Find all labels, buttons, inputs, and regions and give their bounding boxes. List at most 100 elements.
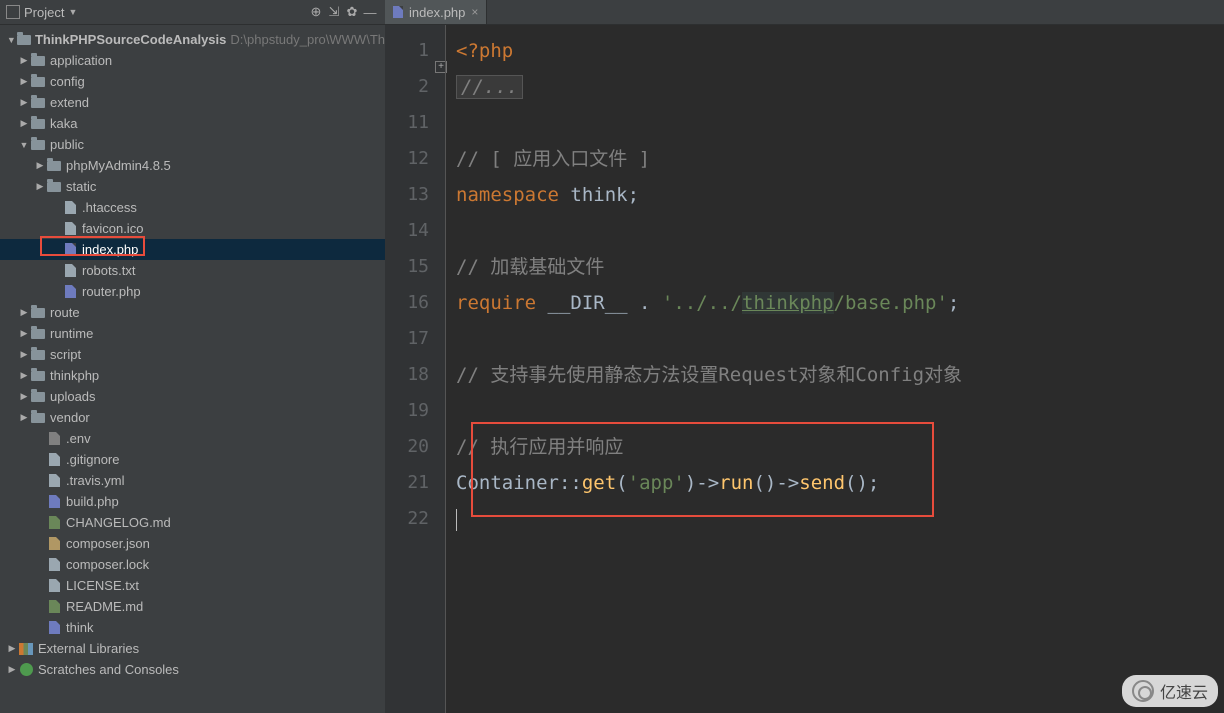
line-number[interactable]: 19 bbox=[385, 393, 429, 429]
tree-item-label: composer.json bbox=[66, 536, 150, 551]
txt-file-icon bbox=[46, 558, 62, 572]
tree-item-router-php[interactable]: ▶router.php bbox=[0, 281, 385, 302]
tree-item-label: composer.lock bbox=[66, 557, 149, 572]
close-icon[interactable]: × bbox=[471, 5, 478, 19]
line-number[interactable]: 20 bbox=[385, 429, 429, 465]
project-tree: ▼ ThinkPHPSourceCodeAnalysis D:\phpstudy… bbox=[0, 25, 385, 680]
tree-item--travis-yml[interactable]: ▶.travis.yml bbox=[0, 470, 385, 491]
chevron-right-icon: ▶ bbox=[18, 349, 30, 360]
project-view-selector[interactable]: Project ▼ bbox=[6, 5, 77, 20]
tree-item-label: route bbox=[50, 305, 80, 320]
locate-icon[interactable]: ⊕ bbox=[307, 3, 325, 21]
tree-item-runtime[interactable]: ▶runtime bbox=[0, 323, 385, 344]
tree-item-label: script bbox=[50, 347, 81, 362]
tree-item-label: .travis.yml bbox=[66, 473, 125, 488]
folder-icon bbox=[30, 369, 46, 383]
tree-item-application[interactable]: ▶ application bbox=[0, 50, 385, 71]
minimize-icon[interactable]: — bbox=[361, 3, 379, 21]
folder-icon bbox=[46, 159, 62, 173]
settings-icon[interactable]: ✿ bbox=[343, 3, 361, 21]
tree-item--gitignore[interactable]: ▶.gitignore bbox=[0, 449, 385, 470]
chevron-right-icon: ▶ bbox=[18, 328, 30, 339]
code-line bbox=[456, 105, 1224, 141]
tree-item-uploads[interactable]: ▶uploads bbox=[0, 386, 385, 407]
tree-item-changelog-md[interactable]: ▶CHANGELOG.md bbox=[0, 512, 385, 533]
gutter[interactable]: 12111213141516171819202122 bbox=[385, 25, 445, 713]
tree-item-readme-md[interactable]: ▶README.md bbox=[0, 596, 385, 617]
code-line: // 执行应用并响应 bbox=[456, 429, 1224, 465]
tree-item-phpmyadmin4-8-5[interactable]: ▶phpMyAdmin4.8.5 bbox=[0, 155, 385, 176]
project-icon bbox=[6, 5, 20, 19]
tree-item-static[interactable]: ▶static bbox=[0, 176, 385, 197]
folder-icon bbox=[30, 306, 46, 320]
php-file-icon bbox=[46, 621, 62, 635]
tree-item-composer-json[interactable]: ▶composer.json bbox=[0, 533, 385, 554]
chevron-right-icon: ▶ bbox=[18, 118, 30, 129]
line-number[interactable]: 15 bbox=[385, 249, 429, 285]
tree-item-label: thinkphp bbox=[50, 368, 99, 383]
expand-icon[interactable]: ⇲ bbox=[325, 3, 343, 21]
tree-item-vendor[interactable]: ▶vendor bbox=[0, 407, 385, 428]
tree-item-label: config bbox=[50, 74, 85, 89]
folder-icon bbox=[30, 390, 46, 404]
external-libraries[interactable]: ▶ External Libraries bbox=[0, 638, 385, 659]
tree-item-public[interactable]: ▼public bbox=[0, 134, 385, 155]
tree-item-label: .htaccess bbox=[82, 200, 137, 215]
line-number[interactable]: 14 bbox=[385, 213, 429, 249]
sidebar-header: Project ▼ ⊕ ⇲ ✿ — bbox=[0, 0, 385, 25]
tree-item-label: application bbox=[50, 53, 112, 68]
tree-item-robots-txt[interactable]: ▶robots.txt bbox=[0, 260, 385, 281]
project-root[interactable]: ▼ ThinkPHPSourceCodeAnalysis D:\phpstudy… bbox=[0, 29, 385, 50]
tree-item-label: CHANGELOG.md bbox=[66, 515, 171, 530]
tree-item-label: LICENSE.txt bbox=[66, 578, 139, 593]
tree-item-extend[interactable]: ▶extend bbox=[0, 92, 385, 113]
scratches-consoles[interactable]: ▶ Scratches and Consoles bbox=[0, 659, 385, 680]
line-number[interactable]: 11 bbox=[385, 105, 429, 141]
line-number[interactable]: 12 bbox=[385, 141, 429, 177]
tree-item--htaccess[interactable]: ▶.htaccess bbox=[0, 197, 385, 218]
folder-icon bbox=[30, 327, 46, 341]
line-number[interactable]: 18 bbox=[385, 357, 429, 393]
chevron-down-icon: ▼ bbox=[18, 140, 30, 150]
folder-icon bbox=[30, 411, 46, 425]
line-number[interactable]: 22 bbox=[385, 501, 429, 537]
editor-tabs: index.php × bbox=[385, 0, 1224, 25]
line-number[interactable]: 16 bbox=[385, 285, 429, 321]
tree-item-label: .env bbox=[66, 431, 91, 446]
code-line bbox=[456, 213, 1224, 249]
folder-icon bbox=[30, 348, 46, 362]
line-number[interactable]: 17 bbox=[385, 321, 429, 357]
tree-item-license-txt[interactable]: ▶LICENSE.txt bbox=[0, 575, 385, 596]
code-area[interactable]: <?php //... // [ 应用入口文件 ] namespace thin… bbox=[445, 25, 1224, 713]
line-number[interactable]: 21 bbox=[385, 465, 429, 501]
tree-item-config[interactable]: ▶config bbox=[0, 71, 385, 92]
scratches-icon bbox=[18, 663, 34, 677]
chevron-right-icon: ▶ bbox=[18, 412, 30, 423]
tree-item-script[interactable]: ▶ script bbox=[0, 344, 385, 365]
tree-item-route[interactable]: ▶route bbox=[0, 302, 385, 323]
code-line bbox=[456, 321, 1224, 357]
caret bbox=[456, 509, 457, 531]
tree-item-think[interactable]: ▶think bbox=[0, 617, 385, 638]
code-line: // 支持事先使用静态方法设置Request对象和Config对象 bbox=[456, 357, 1224, 393]
tree-item-label: think bbox=[66, 620, 93, 635]
php-file-icon bbox=[62, 285, 78, 299]
tab-index-php[interactable]: index.php × bbox=[385, 0, 487, 24]
tree-item-composer-lock[interactable]: ▶composer.lock bbox=[0, 554, 385, 575]
line-number[interactable]: 13 bbox=[385, 177, 429, 213]
tree-item-favicon-ico[interactable]: ▶favicon.ico bbox=[0, 218, 385, 239]
tree-item-thinkphp[interactable]: ▶thinkphp bbox=[0, 365, 385, 386]
tree-item-build-php[interactable]: ▶build.php bbox=[0, 491, 385, 512]
tree-item-index-php[interactable]: ▶index.php bbox=[0, 239, 385, 260]
line-number[interactable]: 2 bbox=[385, 69, 429, 105]
md-file-icon bbox=[46, 600, 62, 614]
chevron-right-icon: ▶ bbox=[18, 55, 30, 66]
php-file-icon bbox=[62, 243, 78, 257]
tree-item-label: uploads bbox=[50, 389, 96, 404]
watermark-text: 亿速云 bbox=[1160, 679, 1208, 703]
code-line: // [ 应用入口文件 ] bbox=[456, 141, 1224, 177]
line-number[interactable]: 1 bbox=[385, 33, 429, 69]
tree-item--env[interactable]: ▶.env bbox=[0, 428, 385, 449]
md-file-icon bbox=[46, 516, 62, 530]
tree-item-kaka[interactable]: ▶kaka bbox=[0, 113, 385, 134]
